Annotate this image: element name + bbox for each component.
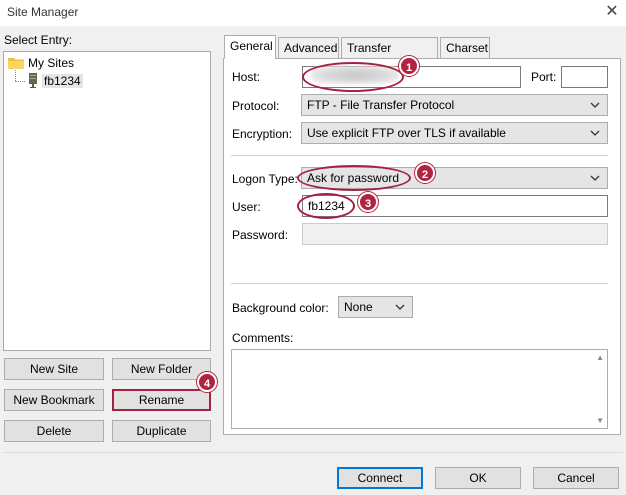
port-input[interactable] (561, 66, 608, 88)
tab-label: Advanced (284, 41, 338, 55)
duplicate-button[interactable]: Duplicate (112, 420, 211, 442)
delete-label: Delete (36, 424, 72, 438)
user-label: User: (232, 200, 261, 214)
rename-label: Rename (138, 393, 185, 407)
folder-icon (8, 57, 24, 69)
tab-transfer-settings[interactable]: Transfer Settings (341, 37, 438, 75)
chevron-down-icon (395, 304, 405, 310)
footer-separator (3, 452, 623, 453)
chevron-down-icon (590, 175, 600, 181)
logon-type-label: Logon Type: (232, 172, 298, 186)
chevron-down-icon (590, 102, 600, 108)
tree-connector (15, 81, 25, 82)
chevron-down-icon (590, 130, 600, 136)
cancel-label: Cancel (557, 471, 595, 485)
tree-connector (15, 70, 16, 81)
annotation-badge-1: 1 (399, 56, 419, 76)
encryption-value: Use explicit FTP over TLS if available (307, 126, 506, 140)
password-label: Password: (232, 228, 289, 242)
annotation-ring-2 (297, 165, 411, 191)
annotation-badge-3: 3 (358, 192, 378, 212)
tree-item-label: My Sites (28, 56, 75, 70)
tree-item-my-sites[interactable]: My Sites (8, 56, 74, 70)
ok-button[interactable]: OK (435, 467, 521, 489)
new-folder-button[interactable]: New Folder (112, 358, 211, 380)
site-tree[interactable]: My Sites fb1234 (3, 51, 211, 351)
ok-label: OK (469, 471, 487, 485)
encryption-label: Encryption: (232, 127, 293, 141)
annotation-ring-3 (297, 193, 355, 219)
scroll-down-icon[interactable]: ▼ (596, 416, 604, 425)
protocol-value: FTP - File Transfer Protocol (307, 98, 455, 112)
annotation-ring-1 (302, 62, 404, 92)
annotation-badge-4: 4 (197, 372, 217, 392)
encryption-select[interactable]: Use explicit FTP over TLS if available (301, 122, 608, 144)
tree-item-label: fb1234 (42, 73, 83, 88)
background-color-select[interactable]: None (338, 296, 413, 318)
new-folder-label: New Folder (130, 362, 193, 376)
new-site-label: New Site (29, 362, 79, 376)
background-color-value: None (344, 300, 373, 314)
comments-label: Comments: (232, 331, 294, 345)
connect-button[interactable]: Connect (337, 467, 423, 489)
tab-label: Charset (446, 41, 489, 55)
password-input[interactable] (302, 223, 608, 245)
delete-button[interactable]: Delete (4, 420, 104, 442)
connect-label: Connect (357, 471, 403, 485)
background-color-label: Background color: (232, 301, 329, 315)
title-bar (0, 0, 626, 26)
host-label: Host: (232, 70, 261, 84)
tab-advanced[interactable]: Advanced (278, 37, 339, 59)
tab-charset[interactable]: Charset (440, 37, 490, 59)
separator (231, 283, 608, 284)
annotation-badge-2: 2 (415, 163, 435, 183)
cancel-button[interactable]: Cancel (533, 467, 619, 489)
tab-label: General (230, 39, 273, 53)
server-icon (28, 73, 38, 88)
window-title: Site Manager (7, 5, 79, 19)
new-bookmark-label: New Bookmark (13, 393, 95, 407)
scroll-up-icon[interactable]: ▲ (596, 353, 604, 362)
rename-button[interactable]: Rename (112, 389, 211, 411)
new-site-button[interactable]: New Site (4, 358, 104, 380)
port-label: Port: (531, 70, 557, 84)
tree-item-fb1234[interactable]: fb1234 (28, 73, 83, 88)
close-icon[interactable]: ✕ (601, 1, 623, 23)
separator (231, 155, 608, 156)
protocol-label: Protocol: (232, 99, 280, 113)
tab-general[interactable]: General (224, 35, 276, 59)
select-entry-label: Select Entry: (4, 33, 73, 47)
new-bookmark-button[interactable]: New Bookmark (4, 389, 104, 411)
comments-textarea[interactable]: ▲ ▼ (231, 349, 608, 429)
duplicate-label: Duplicate (136, 424, 187, 438)
protocol-select[interactable]: FTP - File Transfer Protocol (301, 94, 608, 116)
